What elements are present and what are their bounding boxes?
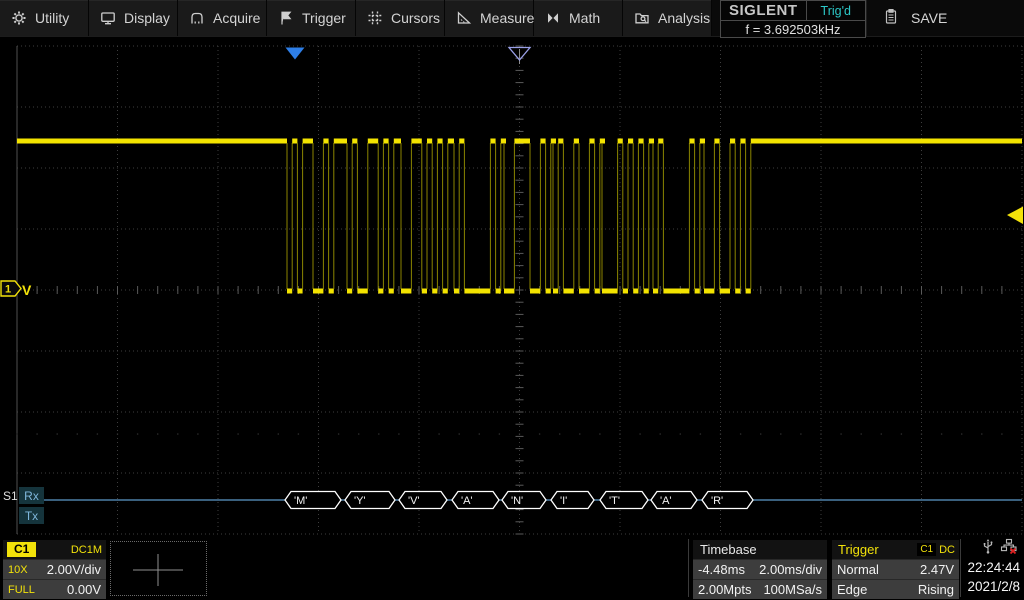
uart-frame-value: 'N'	[511, 495, 523, 507]
system-info: 22:24:44 2021/2/8	[955, 540, 1024, 598]
sample-rate: 100MSa/s	[763, 582, 822, 597]
menu-acquire[interactable]: Acquire	[178, 0, 267, 36]
oscilloscope-screen: Utility Display Acquire Trigger	[0, 0, 1024, 600]
trigger-source-badge: C1	[917, 543, 936, 556]
uart-frame: 'I'	[551, 492, 594, 509]
top-menu-bar: Utility Display Acquire Trigger	[0, 0, 1024, 37]
trigger-level-marker[interactable]	[1007, 207, 1023, 225]
flag-icon	[278, 10, 294, 26]
status-bar: C1 DC1M 10X 2.00V/div FULL 0.00V Timebas…	[0, 537, 1024, 600]
menu-analysis[interactable]: Analysis	[623, 0, 712, 36]
trigger-slope: Rising	[918, 582, 954, 597]
uart-frame-value: 'A'	[461, 495, 473, 507]
gear-icon	[11, 10, 27, 26]
trigger-panel[interactable]: Trigger C1 DC Normal 2.47V Edge Rising	[832, 540, 959, 598]
channel-badge: C1	[7, 542, 36, 557]
uart-frame: 'A'	[651, 492, 697, 509]
divider	[688, 539, 689, 597]
trigger-position-marker[interactable]	[286, 48, 305, 60]
channel1-descriptor[interactable]: C1 DC1M 10X 2.00V/div FULL 0.00V	[3, 540, 106, 598]
menu-math[interactable]: Math	[534, 0, 623, 36]
clock-date: 2021/2/8	[967, 577, 1020, 596]
uart-frame-value: 'Y'	[354, 495, 366, 507]
vertical-scale: 2.00V/div	[47, 562, 101, 577]
graticule	[16, 46, 1022, 534]
uart-frame-value: 'A'	[660, 495, 672, 507]
uart-frame: 'Y'	[345, 492, 395, 509]
uart-frame-value: 'T'	[609, 495, 620, 507]
siglent-status-block: SIGLENT Trig'd f = 3.692503kHz	[720, 0, 866, 38]
vertical-offset: 0.00V	[67, 582, 101, 597]
save-button[interactable]: SAVE	[866, 0, 1024, 36]
uart-frame-value: 'I'	[560, 495, 567, 507]
decode-rx-button[interactable]: Rx	[19, 487, 44, 504]
trigger-type: Edge	[837, 582, 867, 597]
analysis-icon	[634, 10, 650, 26]
menu-label: Utility	[35, 10, 69, 26]
crosshair-icon	[111, 542, 206, 595]
menu-utility[interactable]: Utility	[0, 0, 89, 36]
timebase-title: Timebase	[700, 542, 757, 557]
frequency-counter: f = 3.692503kHz	[721, 21, 865, 37]
measure-icon	[456, 10, 472, 26]
menu-measure[interactable]: Measure	[445, 0, 534, 36]
menu-label: Analysis	[658, 10, 710, 26]
clock-time: 22:24:44	[967, 558, 1020, 577]
bandwidth-label: FULL	[8, 584, 35, 596]
uart-frame: 'M'	[285, 492, 341, 509]
math-icon	[545, 10, 561, 26]
trigger-status-badge: Trig'd	[807, 4, 865, 18]
uart-decode-bus: 'M' 'Y' 'V' 'A' 'N' 'I' 'T' 'A' 'R'	[44, 492, 1022, 509]
channel-placeholder[interactable]	[110, 541, 207, 596]
menu-display[interactable]: Display	[89, 0, 178, 36]
usb-icon[interactable]	[980, 538, 996, 560]
uart-frame-value: 'V'	[408, 495, 420, 507]
menu-label: Measure	[480, 10, 534, 26]
trigger-mode: Normal	[837, 562, 879, 577]
menu-label: Cursors	[391, 10, 440, 26]
menu-trigger[interactable]: Trigger	[267, 0, 356, 36]
waveform-display: 'M' 'Y' 'V' 'A' 'N' 'I' 'T' 'A' 'R' 1 V	[0, 0, 1024, 600]
monitor-icon	[100, 10, 116, 26]
save-label: SAVE	[911, 10, 947, 26]
trigger-title: Trigger	[838, 542, 879, 557]
uart-frame: 'T'	[600, 492, 648, 509]
timebase-delay: -4.48ms	[698, 562, 745, 577]
uart-frame: 'R'	[702, 492, 753, 509]
menu-label: Trigger	[302, 10, 346, 26]
siglent-logo: SIGLENT	[721, 2, 806, 19]
timebase-panel[interactable]: Timebase -4.48ms 2.00ms/div 2.00Mpts 100…	[693, 540, 827, 598]
trigger-level: 2.47V	[920, 562, 954, 577]
decode-tx-button[interactable]: Tx	[19, 507, 44, 524]
coupling-label: DC1M	[71, 544, 102, 556]
uart-frame: 'N'	[502, 492, 546, 509]
probe-attenuation: 10X	[8, 564, 28, 576]
uart-frame-value: 'M'	[294, 495, 307, 507]
cursors-icon	[367, 10, 383, 26]
memory-depth: 2.00Mpts	[698, 582, 751, 597]
lan-disconnected-icon[interactable]	[1000, 538, 1018, 560]
menu-label: Math	[569, 10, 600, 26]
channel1-trace	[17, 141, 1022, 291]
uart-frame: 'V'	[399, 492, 447, 509]
clipboard-icon	[883, 8, 899, 28]
menu-cursors[interactable]: Cursors	[356, 0, 445, 36]
acquire-icon	[189, 10, 205, 26]
menu-label: Display	[124, 10, 170, 26]
channel-unit-label: V	[22, 282, 32, 298]
uart-frame: 'A'	[452, 492, 499, 509]
menu-label: Acquire	[213, 10, 260, 26]
timebase-scale: 2.00ms/div	[759, 562, 822, 577]
trigger-coupling: DC	[939, 544, 955, 556]
uart-frame-value: 'R'	[711, 495, 723, 507]
channel-number-label: 1	[5, 284, 11, 296]
decode-group-label: S1	[3, 489, 18, 503]
